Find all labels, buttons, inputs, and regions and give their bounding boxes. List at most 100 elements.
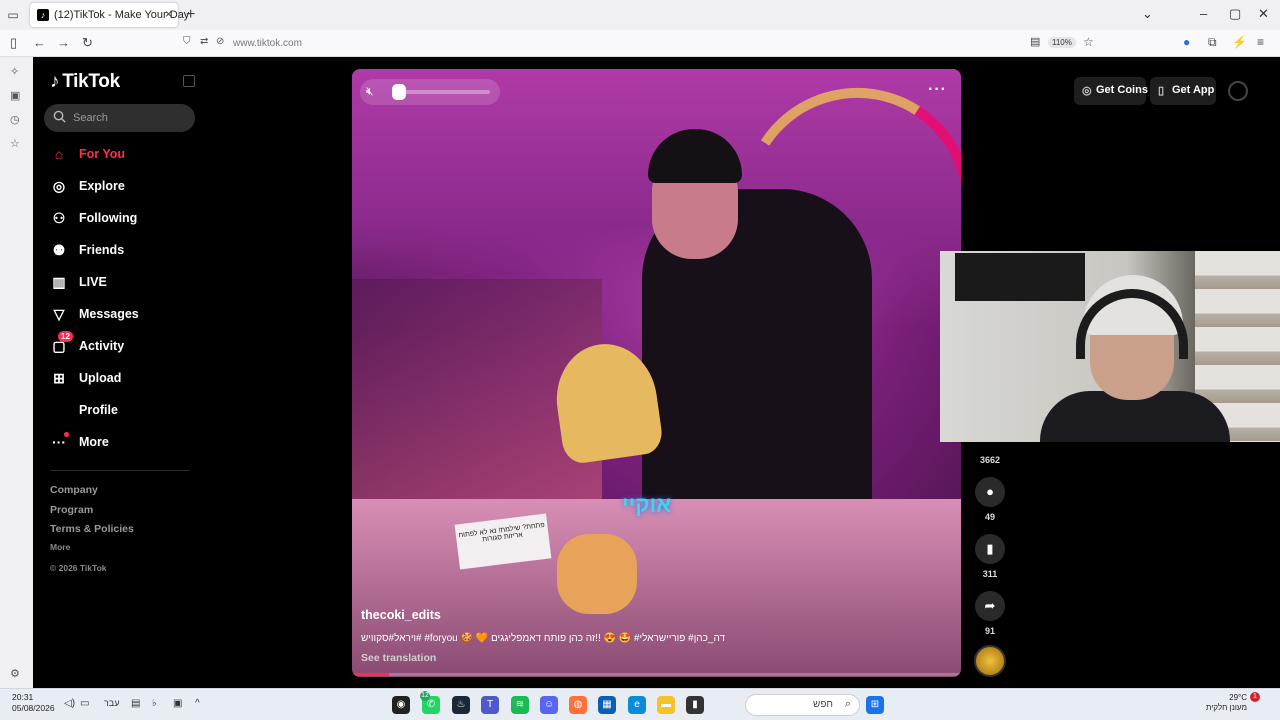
keyboard-icon[interactable]: ▤ [131, 698, 140, 709]
video-author[interactable]: thecoki_edits [361, 608, 441, 622]
menu-icon[interactable]: ≡ [1257, 35, 1264, 49]
share-action[interactable]: ➦ 91 [970, 591, 1010, 636]
firefox-icon[interactable]: ◍ [569, 696, 587, 714]
spotify-icon[interactable]: ≋ [511, 696, 529, 714]
taskbar-clock[interactable]: 20:31 05/08/2026 [12, 692, 55, 714]
taskbar-search[interactable]: חפש ⌕ [745, 694, 860, 716]
reload-button[interactable]: ↻ [82, 35, 93, 51]
language-indicator[interactable]: עבר [104, 698, 119, 708]
autoplay-blocked-icon[interactable]: ⊘ [216, 36, 224, 47]
live-icon: ▥ [52, 274, 66, 290]
tab-close-icon[interactable]: × [165, 7, 172, 21]
terminal-icon[interactable]: ▮ [686, 696, 704, 714]
more-notification-dot [64, 432, 69, 437]
logo-text: TikTok [62, 71, 120, 92]
comment-action[interactable]: ● 49 [970, 477, 1010, 522]
comment-icon[interactable]: ● [975, 477, 1005, 507]
teams-icon[interactable]: T [481, 696, 499, 714]
bookmark-star-icon[interactable]: ☆ [1083, 35, 1094, 49]
tiktok-note-icon: ♪ [50, 71, 60, 92]
forward-button[interactable]: → [57, 35, 70, 50]
hardware-icon[interactable]: ▣ [173, 698, 182, 709]
zoom-level[interactable]: 110% [1048, 37, 1076, 48]
music-disc-icon[interactable] [974, 645, 1006, 677]
video-progress-bar[interactable] [352, 673, 961, 676]
tab-list-icon[interactable]: ▭ [6, 8, 20, 22]
network-icon[interactable]: ▭ [80, 698, 89, 709]
close-window-button[interactable]: ✕ [1258, 6, 1269, 22]
steam-icon[interactable]: ♨ [452, 696, 470, 714]
weather-widget[interactable]: 29°C מעונן חלקית [1203, 693, 1247, 713]
tiktok-logo[interactable]: ♪ TikTok [50, 71, 120, 93]
mute-icon[interactable]: 🔇︎ [366, 84, 374, 99]
like-action[interactable]: 3662 [970, 450, 1010, 465]
nav-label: Activity [79, 339, 125, 353]
phone-icon: ▯ [1158, 85, 1165, 97]
save-count: 311 [982, 569, 998, 579]
sidebar-settings-icon[interactable]: ⚙ [10, 667, 20, 680]
clock-time: 20:31 [12, 692, 34, 702]
tray-expand-icon[interactable]: ^ [195, 698, 200, 709]
video-more-icon[interactable]: ··· [928, 81, 947, 99]
app-icon-1[interactable]: ◉ [392, 696, 410, 714]
get-coins-button[interactable]: ◎ Get Coins [1074, 77, 1148, 105]
nav-label: Upload [79, 371, 122, 385]
discord-icon[interactable]: ☺ [540, 696, 558, 714]
volume-thumb[interactable] [392, 84, 406, 100]
browser-tab-bar: ▭ ♪ (12)TikTok - Make Your Day × + ⌄ – ▢… [0, 0, 1280, 30]
new-tab-button[interactable]: + [186, 6, 195, 24]
shield-icon[interactable]: ⛉ [183, 36, 191, 47]
video-player[interactable]: פתחת? שילמת! נא לא לפתוח אריזות סגורות א… [352, 69, 961, 677]
copyright: © 2026 TikTok [50, 563, 107, 573]
share-icon[interactable]: ➦ [975, 591, 1005, 621]
notification-badge[interactable]: 1 [1250, 692, 1260, 702]
back-button[interactable]: ← [33, 35, 46, 50]
profile-avatar[interactable] [1228, 81, 1248, 101]
url-bar[interactable]: ⛉ ⇄ ⊘ www.tiktok.com [180, 33, 1100, 54]
reader-view-icon[interactable]: ▤ [1030, 35, 1040, 48]
permissions-icon[interactable]: ⇄ [200, 36, 208, 47]
save-action[interactable]: ▮ 311 [970, 534, 1010, 579]
bookmark-icon[interactable]: ▮ [975, 534, 1005, 564]
whatsapp-badge: 12 [420, 691, 430, 701]
synced-tabs-icon[interactable]: ▣ [10, 89, 20, 102]
see-translation-link[interactable]: See translation [361, 652, 436, 664]
weather-desc: מעונן חלקית [1205, 703, 1247, 712]
video-description: ויראל#סקוויש# #foryou 🍪 🧡 דה_כהן# פורייש… [361, 633, 726, 644]
footer-more[interactable]: More [50, 542, 70, 552]
search-placeholder: Search [73, 112, 108, 124]
product-box-2 [557, 534, 637, 614]
collapse-sidebar-icon[interactable] [183, 75, 195, 87]
footer-terms[interactable]: Terms & Policies [50, 523, 134, 535]
compass-icon: ◎ [52, 178, 66, 194]
extension-icon[interactable]: ⚡ [1232, 35, 1247, 49]
start-button[interactable]: ⊞ [866, 696, 884, 714]
speaker-icon[interactable]: ◁) [64, 698, 75, 709]
ai-chat-icon[interactable]: ✧ [10, 65, 19, 78]
sidebar-toggle-icon[interactable]: ▯ [10, 35, 17, 51]
volume-slider[interactable] [398, 90, 490, 94]
taskbar: 20:31 05/08/2026 ◁) ▭ עבר ▤ ♭ ▣ ^ ◉ ✆ 12… [0, 688, 1280, 720]
nav-label: LIVE [79, 275, 107, 289]
footer-program[interactable]: Program [50, 504, 93, 516]
store-icon[interactable]: ▦ [598, 696, 616, 714]
share-count: 91 [984, 626, 995, 636]
bookmarks-icon[interactable]: ☆ [10, 137, 20, 150]
edge-icon[interactable]: e [628, 696, 646, 714]
friends-icon: ⚉ [52, 242, 66, 258]
footer-company[interactable]: Company [50, 484, 98, 496]
search-input[interactable]: Search [44, 104, 195, 132]
browser-tab-tiktok[interactable]: ♪ (12)TikTok - Make Your Day × [30, 3, 189, 27]
account-icon[interactable]: ● [1183, 35, 1190, 49]
history-icon[interactable]: ◷ [10, 113, 20, 126]
minimize-button[interactable]: – [1200, 6, 1207, 21]
maximize-button[interactable]: ▢ [1229, 6, 1241, 22]
mic-icon[interactable]: ♭ [152, 698, 157, 709]
file-explorer-icon[interactable]: ▬ [657, 696, 675, 714]
search-icon [53, 110, 66, 123]
extensions-icon[interactable]: ⧉ [1208, 35, 1217, 50]
tab-dropdown-icon[interactable]: ⌄ [1142, 6, 1153, 22]
activity-badge: 12 [58, 331, 73, 342]
volume-control[interactable]: 🔇︎ [360, 79, 500, 105]
get-app-button[interactable]: ▯ Get App [1150, 77, 1216, 105]
